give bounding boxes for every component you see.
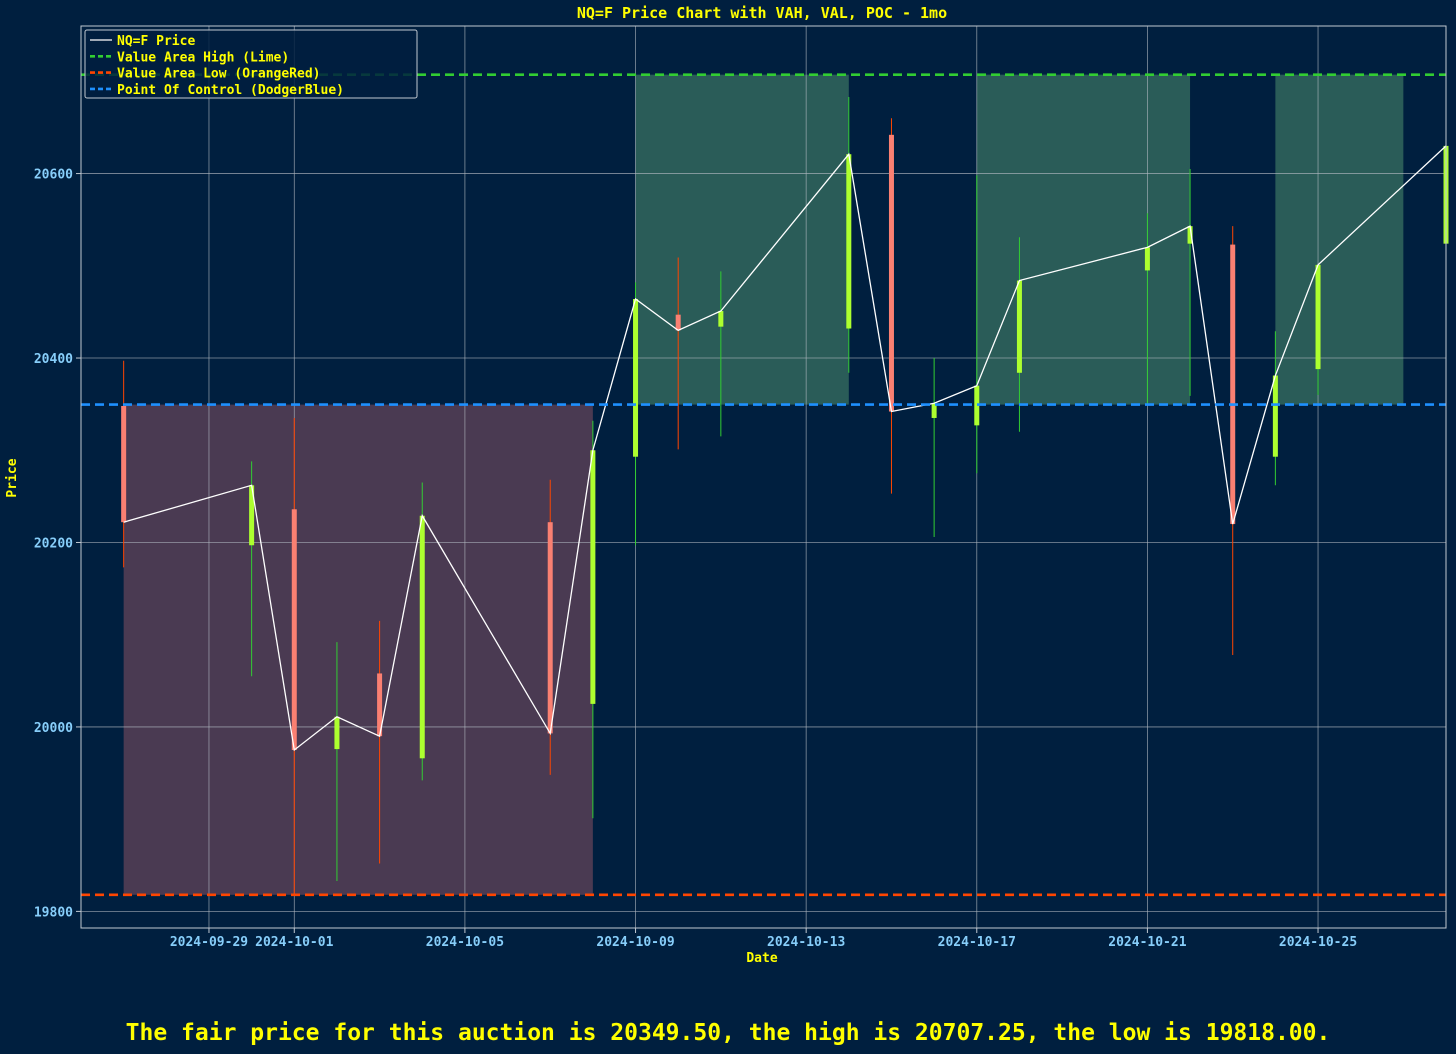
candle-body bbox=[590, 450, 596, 704]
value-area-region bbox=[976, 74, 1191, 405]
legend-label: Point Of Control (DodgerBlue) bbox=[117, 83, 344, 98]
candle-body bbox=[1315, 264, 1321, 370]
x-axis-label: Date bbox=[746, 951, 777, 966]
candle-body bbox=[633, 298, 639, 457]
legend-label: Value Area High (Lime) bbox=[117, 50, 289, 65]
candle-body bbox=[675, 314, 681, 331]
y-tick-label: 20400 bbox=[34, 352, 73, 367]
x-tick-label: 2024-09-29 bbox=[170, 935, 248, 950]
value-area-region bbox=[1275, 74, 1404, 405]
candle-body bbox=[419, 515, 425, 759]
x-tick-label: 2024-10-05 bbox=[426, 935, 504, 950]
chart-figure: NQ=F Price Chart with VAH, VAL, POC - 1m… bbox=[5, 4, 1449, 966]
candle-body bbox=[1016, 280, 1022, 373]
candle-body bbox=[547, 522, 553, 734]
y-tick-label: 19800 bbox=[34, 905, 73, 920]
plot-area: 19800 20000 20200 20400 20600 2024-09-29 2024-… bbox=[34, 25, 1449, 950]
candle-body bbox=[291, 509, 297, 750]
candle-body bbox=[334, 716, 340, 750]
fair-price-summary: The fair price for this auction is 20349… bbox=[125, 1020, 1331, 1046]
candle-body bbox=[846, 154, 852, 329]
chart-stage: NQ=F Price Chart with VAH, VAL, POC - 1m… bbox=[0, 0, 1456, 1054]
chart-legend: NQ=F PriceValue Area High (Lime) Value Ar… bbox=[84, 29, 418, 99]
x-tick-label: 2024-10-09 bbox=[596, 935, 674, 950]
candle-body bbox=[1272, 375, 1278, 457]
x-tick-label: 2024-10-13 bbox=[767, 935, 845, 950]
x-tick-label: 2024-10-25 bbox=[1279, 935, 1357, 950]
x-tick-label: 2024-10-01 bbox=[255, 935, 333, 950]
y-tick-label: 20000 bbox=[34, 721, 73, 736]
value-area-region bbox=[635, 74, 849, 405]
x-tick-label: 2024-10-21 bbox=[1108, 935, 1186, 950]
candle-body bbox=[1144, 247, 1150, 271]
candle-body bbox=[888, 134, 894, 412]
candle-body bbox=[718, 310, 724, 327]
chart-title: NQ=F Price Chart with VAH, VAL, POC - 1m… bbox=[577, 4, 947, 22]
y-tick-label: 20200 bbox=[34, 536, 73, 551]
value-area-region bbox=[123, 404, 593, 895]
candle-body bbox=[121, 405, 127, 523]
legend-label: Value Area Low (OrangeRed) bbox=[117, 67, 321, 82]
y-axis-label: Price bbox=[5, 458, 20, 497]
x-tick-label: 2024-10-17 bbox=[938, 935, 1016, 950]
candle-body bbox=[1230, 244, 1236, 525]
legend-label: NQ=F Price bbox=[117, 34, 195, 49]
y-tick-label: 20600 bbox=[34, 168, 73, 183]
